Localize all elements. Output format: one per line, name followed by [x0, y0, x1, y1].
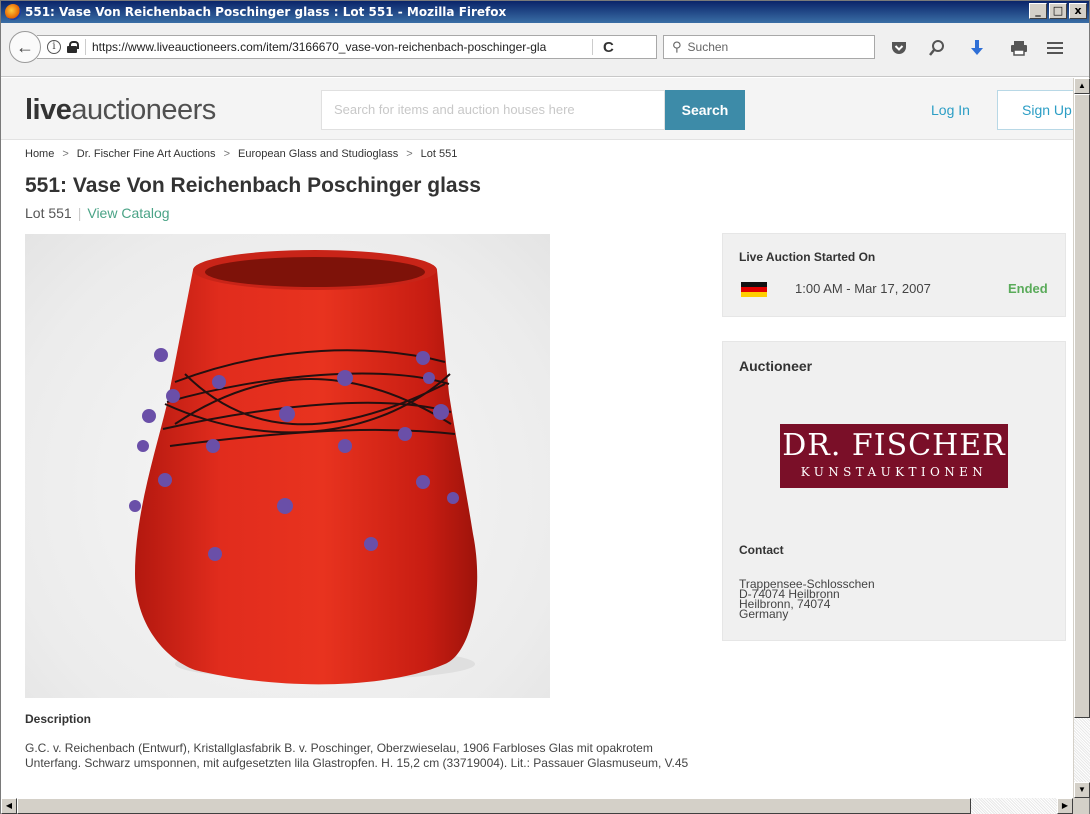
- address-bar[interactable]: i https://www.liveauctioneers.com/item/3…: [37, 35, 657, 59]
- search-icon: ⚲: [672, 39, 682, 54]
- breadcrumb-lot: Lot 551: [420, 148, 458, 160]
- breadcrumb: Home > Dr. Fischer Fine Art Auctions > Europ…: [25, 148, 458, 160]
- dr-fischer-logo[interactable]: DR. FISCHER KUNSTAUKTIONEN: [780, 424, 1008, 488]
- view-catalog-link[interactable]: View Catalog: [87, 205, 169, 221]
- info-icon[interactable]: i: [47, 40, 61, 54]
- contact-heading: Contact: [739, 543, 784, 557]
- contact-address: Trappensee-Schlosschen D-74074 Heilbronn…: [739, 578, 875, 620]
- signup-button[interactable]: Sign Up: [997, 90, 1073, 130]
- horizontal-scroll-thumb[interactable]: [17, 798, 971, 814]
- lot-number: Lot 551: [25, 205, 72, 221]
- product-image[interactable]: [25, 234, 550, 698]
- auction-date: 1:00 AM - Mar 17, 2007: [795, 281, 931, 296]
- firefox-logo-icon: [5, 4, 21, 20]
- pocket-icon[interactable]: [889, 38, 909, 58]
- site-search-input[interactable]: Search for items and auction houses here: [321, 90, 665, 130]
- auctioneer-heading: Auctioneer: [739, 358, 813, 374]
- breadcrumb-home[interactable]: Home: [25, 148, 54, 160]
- horizontal-scrollbar[interactable]: ◀ ▶: [1, 798, 1073, 814]
- browser-window: 551: Vase Von Reichenbach Poschinger gla…: [0, 0, 1090, 814]
- breadcrumb-auctioneer[interactable]: Dr. Fischer Fine Art Auctions: [77, 148, 216, 160]
- breadcrumb-category[interactable]: European Glass and Studioglass: [238, 148, 398, 160]
- window-controls: _ □ x: [1029, 3, 1087, 19]
- find-icon[interactable]: [927, 38, 947, 58]
- lock-icon[interactable]: [67, 40, 79, 53]
- page-title: 551: Vase Von Reichenbach Poschinger gla…: [25, 174, 481, 197]
- maximize-button[interactable]: □: [1049, 3, 1067, 19]
- vase-photo: [129, 250, 478, 685]
- scroll-left-arrow[interactable]: ◀: [1, 798, 17, 814]
- site-header: liveauctioneers Search for items and auc…: [1, 78, 1073, 140]
- site-search-button[interactable]: Search: [665, 90, 745, 130]
- back-arrow-icon: ←: [16, 36, 34, 57]
- vertical-scroll-thumb[interactable]: [1074, 94, 1090, 718]
- auction-status: Ended: [1008, 281, 1048, 296]
- liveauctioneers-logo[interactable]: liveauctioneers: [25, 94, 216, 127]
- login-link[interactable]: Log In: [931, 102, 970, 118]
- lot-info: Lot 551 | View Catalog: [25, 205, 170, 221]
- close-button[interactable]: x: [1069, 3, 1087, 19]
- auction-info-panel: Live Auction Started On 1:00 AM - Mar 17…: [722, 233, 1066, 317]
- minimize-button[interactable]: _: [1029, 3, 1047, 19]
- german-flag-icon: [741, 282, 767, 297]
- window-title: 551: Vase Von Reichenbach Poschinger gla…: [25, 5, 507, 19]
- back-button[interactable]: ←: [9, 31, 41, 63]
- reload-icon[interactable]: C: [603, 39, 614, 56]
- description-heading: Description: [25, 712, 92, 726]
- description-text: G.C. v. Reichenbach (Entwurf), Kristallg…: [25, 741, 689, 770]
- print-icon[interactable]: [1009, 38, 1029, 58]
- navigation-toolbar: i https://www.liveauctioneers.com/item/3…: [1, 23, 1089, 77]
- scroll-right-arrow[interactable]: ▶: [1057, 798, 1073, 814]
- scroll-down-arrow[interactable]: ▼: [1074, 782, 1090, 798]
- title-bar: 551: Vase Von Reichenbach Poschinger gla…: [1, 1, 1089, 23]
- menu-icon[interactable]: [1045, 38, 1065, 58]
- browser-search-placeholder: Suchen: [687, 40, 729, 54]
- url-text[interactable]: https://www.liveauctioneers.com/item/316…: [92, 40, 572, 54]
- vertical-scrollbar[interactable]: ▲ ▼: [1073, 78, 1090, 798]
- scroll-up-arrow[interactable]: ▲: [1074, 78, 1090, 94]
- auctioneer-panel: Auctioneer DR. FISCHER KUNSTAUKTIONEN Co…: [722, 341, 1066, 641]
- auction-heading: Live Auction Started On: [739, 250, 876, 264]
- browser-search-box[interactable]: ⚲ Suchen: [663, 35, 875, 59]
- page-viewport: liveauctioneers Search for items and auc…: [1, 78, 1073, 798]
- download-icon[interactable]: [967, 38, 987, 58]
